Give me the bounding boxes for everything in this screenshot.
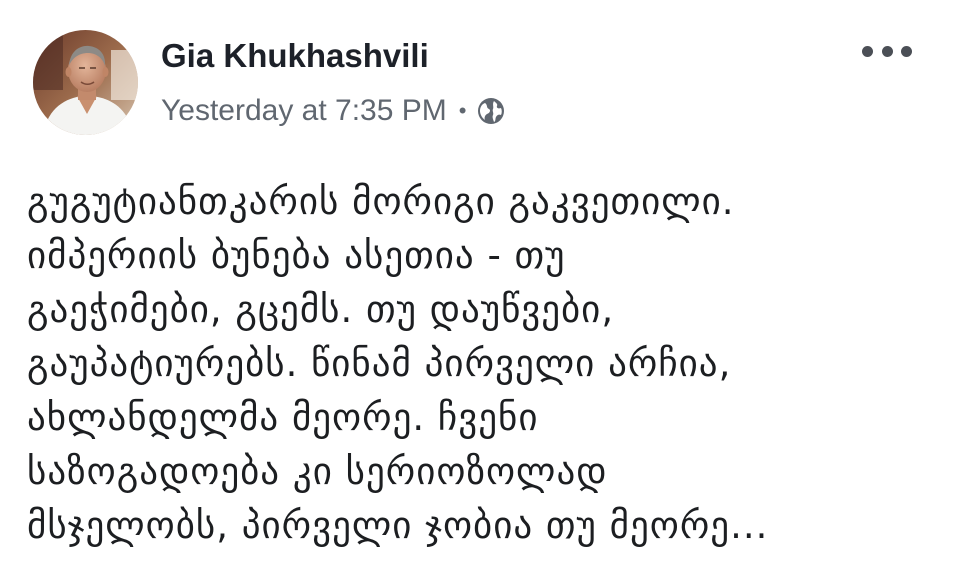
author-avatar[interactable]: [33, 30, 138, 135]
post-text-line: იმპერიის ბუნება ასეთია - თუ: [27, 234, 566, 277]
post-text-line: გუგუტიანთკარის მორიგი გაკვეთილი.: [27, 180, 735, 223]
author-name[interactable]: Gia Khukhashvili: [161, 34, 429, 78]
post-timestamp[interactable]: Yesterday at 7:35 PM: [161, 89, 447, 133]
more-options-icon: [862, 45, 873, 57]
facebook-post: Gia Khukhashvili Yesterday at 7:35 PM • …: [0, 0, 960, 579]
post-text-line: საზოგადოება კი სერიოზოლად: [27, 450, 608, 493]
post-text-line: მსჯელობს, პირველი ჯობია თუ მეორე...: [27, 504, 769, 547]
globe-icon[interactable]: [476, 96, 506, 126]
post-text-line: გაუპატიურებს. წინამ პირველი არჩია,: [27, 342, 732, 385]
post-body: გუგუტიანთკარის მორიგი გაკვეთილი. იმპერიი…: [27, 175, 932, 553]
post-text-line: ახლანდელმა მეორე. ჩვენი: [27, 396, 539, 439]
post-text-line: გაეჭიმები, გცემს. თუ დაუწვები,: [27, 288, 615, 331]
meta-separator: •: [458, 98, 467, 123]
post-meta: Yesterday at 7:35 PM •: [161, 89, 506, 133]
profile-photo: [33, 30, 138, 135]
more-options-button[interactable]: [862, 38, 912, 64]
